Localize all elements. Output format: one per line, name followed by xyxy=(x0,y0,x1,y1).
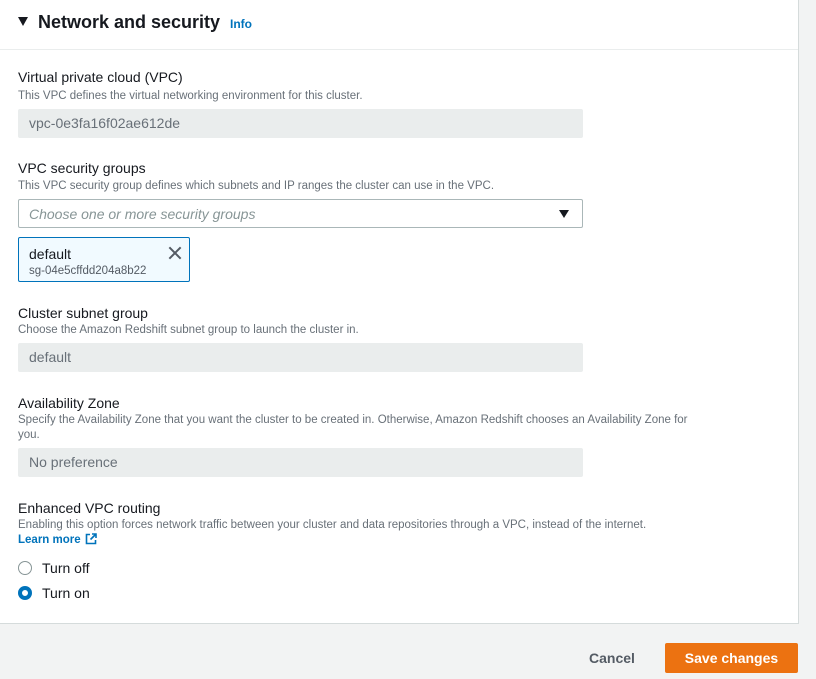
section-title: Network and security xyxy=(38,12,221,32)
radio-circle-off[interactable] xyxy=(18,561,32,575)
token-id: sg-04e5cffdd204a8b22 xyxy=(29,265,147,277)
info-link[interactable]: Info xyxy=(230,17,252,31)
subnet-group-label: Cluster subnet group xyxy=(18,305,148,321)
security-groups-label: VPC security groups xyxy=(18,160,146,176)
vpc-field: vpc-0e3fa16f02ae612de xyxy=(18,109,583,138)
caret-down-icon xyxy=(559,210,569,218)
security-group-token: default sg-04e5cffdd204a8b22 xyxy=(18,237,190,282)
network-security-panel: Network and security Info Virtual privat… xyxy=(0,0,799,624)
radio-turn-off-label: Turn off xyxy=(42,560,90,576)
external-link-icon xyxy=(85,533,97,545)
enhanced-routing-description: Enabling this option forces network traf… xyxy=(18,518,658,548)
learn-more-link[interactable]: Learn more xyxy=(18,533,97,546)
caret-down-icon[interactable] xyxy=(18,17,28,26)
subnet-group-field: default xyxy=(18,343,583,372)
availability-zone-label: Availability Zone xyxy=(18,395,120,411)
subnet-group-description: Choose the Amazon Redshift subnet group … xyxy=(18,324,359,336)
security-groups-select[interactable]: Choose one or more security groups xyxy=(18,199,583,228)
availability-zone-field: No preference xyxy=(18,448,583,477)
save-changes-button[interactable]: Save changes xyxy=(665,643,798,673)
panel-header[interactable]: Network and security Info xyxy=(0,0,798,50)
availability-zone-description: Specify the Availability Zone that you w… xyxy=(18,414,688,441)
enhanced-routing-label: Enhanced VPC routing xyxy=(18,500,161,516)
radio-turn-on-label: Turn on xyxy=(42,585,90,601)
radio-circle-on[interactable] xyxy=(18,586,32,600)
token-name: default xyxy=(29,246,72,262)
cancel-button[interactable]: Cancel xyxy=(583,644,641,672)
vpc-label: Virtual private cloud (VPC) xyxy=(18,69,183,85)
close-icon[interactable] xyxy=(167,245,183,261)
learn-more-label: Learn more xyxy=(18,534,81,546)
enhanced-routing-text: Enabling this option forces network traf… xyxy=(18,519,647,531)
security-groups-description: This VPC security group defines which su… xyxy=(18,180,495,192)
security-groups-placeholder: Choose one or more security groups xyxy=(29,206,256,222)
vpc-description: This VPC defines the virtual networking … xyxy=(18,90,363,102)
